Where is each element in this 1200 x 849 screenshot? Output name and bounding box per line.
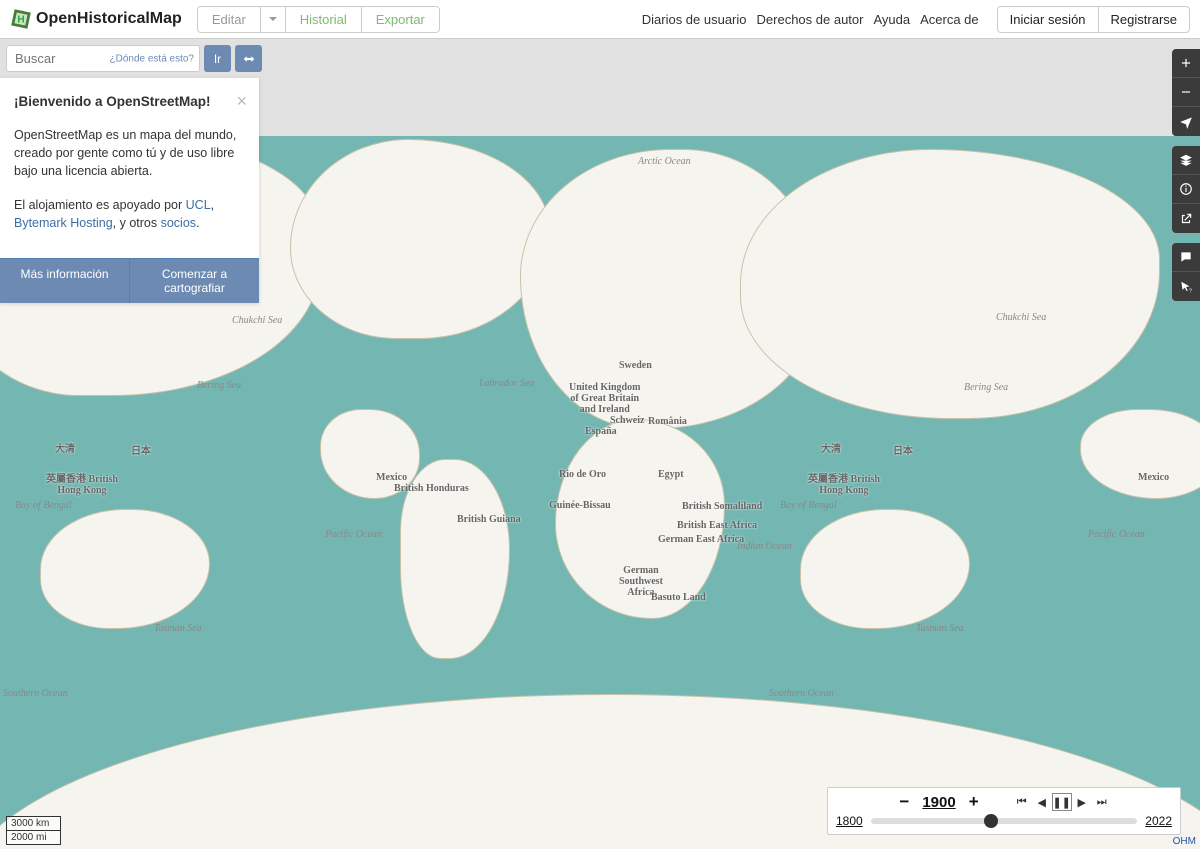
scale-control: 3000 km 2000 mi	[6, 816, 61, 845]
panel-intro: OpenStreetMap es un mapa del mundo, crea…	[14, 126, 245, 180]
where-is-this-link[interactable]: ¿Dónde está esto?	[110, 53, 195, 64]
welcome-panel: × ¡Bienvenido a OpenStreetMap! OpenStree…	[0, 78, 259, 303]
logo-icon: H	[10, 8, 32, 30]
share-icon	[1179, 212, 1193, 226]
nav-right: Diarios de usuario Derechos de autor Ayu…	[642, 6, 1190, 33]
slider-end-year[interactable]: 2022	[1145, 814, 1172, 828]
nav-help[interactable]: Ayuda	[873, 12, 910, 27]
nav-copyright[interactable]: Derechos de autor	[757, 12, 864, 27]
current-year[interactable]: 1900	[922, 794, 955, 811]
map-extras: ?	[1172, 243, 1200, 301]
minus-icon	[1179, 85, 1193, 99]
scale-km: 3000 km	[6, 816, 61, 831]
skip-forward-button[interactable]: ⏭	[1092, 793, 1112, 811]
zoom-controls	[1172, 49, 1200, 136]
note-button[interactable]	[1172, 243, 1200, 272]
layers-icon	[1179, 153, 1193, 167]
share-button[interactable]	[1172, 204, 1200, 233]
info-icon	[1179, 182, 1193, 196]
landmass	[555, 419, 725, 619]
directions-icon	[242, 52, 256, 66]
directions-button[interactable]	[235, 45, 262, 72]
edit-button[interactable]: Editar	[197, 6, 261, 33]
svg-text:?: ?	[1189, 288, 1192, 294]
query-button[interactable]: ?	[1172, 272, 1200, 301]
nav-about[interactable]: Acerca de	[920, 12, 979, 27]
zoom-out-button[interactable]	[1172, 78, 1200, 107]
search-box: ¿Dónde está esto?	[6, 45, 200, 72]
header: H OpenHistoricalMap Editar Historial Exp…	[0, 0, 1200, 39]
map-tools	[1172, 146, 1200, 233]
close-icon[interactable]: ×	[236, 88, 247, 114]
export-button[interactable]: Exportar	[361, 6, 440, 33]
pause-button[interactable]: ❚❚	[1052, 793, 1072, 811]
attribution-link[interactable]: OHM	[1173, 836, 1196, 847]
start-mapping-button[interactable]: Comenzar a cartografiar	[129, 259, 259, 303]
edit-dropdown-button[interactable]	[260, 6, 286, 33]
svg-text:H: H	[17, 15, 24, 26]
plus-icon	[1179, 56, 1193, 70]
landmass	[740, 149, 1160, 419]
locate-icon	[1179, 115, 1193, 129]
panel-title: ¡Bienvenido a OpenStreetMap!	[14, 92, 245, 112]
zoom-in-button[interactable]	[1172, 49, 1200, 78]
year-minus-button[interactable]: −	[896, 792, 912, 812]
primary-buttons: Editar Historial Exportar	[198, 6, 440, 33]
note-icon	[1179, 250, 1193, 264]
layers-button[interactable]	[1172, 146, 1200, 175]
more-info-button[interactable]: Más información	[0, 259, 129, 303]
map-key-button[interactable]	[1172, 175, 1200, 204]
nav-user-diaries[interactable]: Diarios de usuario	[642, 12, 747, 27]
bytemark-link[interactable]: Bytemark Hosting	[14, 216, 113, 230]
panel-actions: Más información Comenzar a cartografiar	[0, 258, 259, 303]
logo[interactable]: H OpenHistoricalMap	[10, 8, 182, 30]
history-button[interactable]: Historial	[285, 6, 362, 33]
slider-start-year[interactable]: 1800	[836, 814, 863, 828]
slider-thumb[interactable]	[984, 814, 998, 828]
panel-hosting: El alojamiento es apoyado por UCL, Bytem…	[14, 196, 245, 232]
search-row: ¿Dónde está esto? Ir	[6, 45, 262, 72]
play-button[interactable]: ▶	[1072, 793, 1092, 811]
slider-track[interactable]	[871, 818, 1138, 824]
ucl-link[interactable]: UCL	[186, 198, 211, 212]
skip-back-button[interactable]: ⏮	[1012, 793, 1032, 811]
cursor-help-icon: ?	[1179, 280, 1193, 294]
year-plus-button[interactable]: +	[966, 792, 982, 812]
scale-mi: 2000 mi	[6, 831, 61, 845]
auth-buttons: Iniciar sesión Registrarse	[997, 6, 1190, 33]
logo-text: OpenHistoricalMap	[36, 10, 182, 28]
search-go-button[interactable]: Ir	[204, 45, 231, 72]
time-slider: − 1900 + ⏮ ◀ ❚❚ ▶ ⏭ 1800 2022	[827, 787, 1181, 835]
locate-button[interactable]	[1172, 107, 1200, 136]
login-button[interactable]: Iniciar sesión	[997, 6, 1099, 33]
step-back-button[interactable]: ◀	[1032, 793, 1052, 811]
partners-link[interactable]: socios	[161, 216, 196, 230]
playback-controls: ⏮ ◀ ❚❚ ▶ ⏭	[1012, 793, 1112, 811]
signup-button[interactable]: Registrarse	[1098, 6, 1190, 33]
